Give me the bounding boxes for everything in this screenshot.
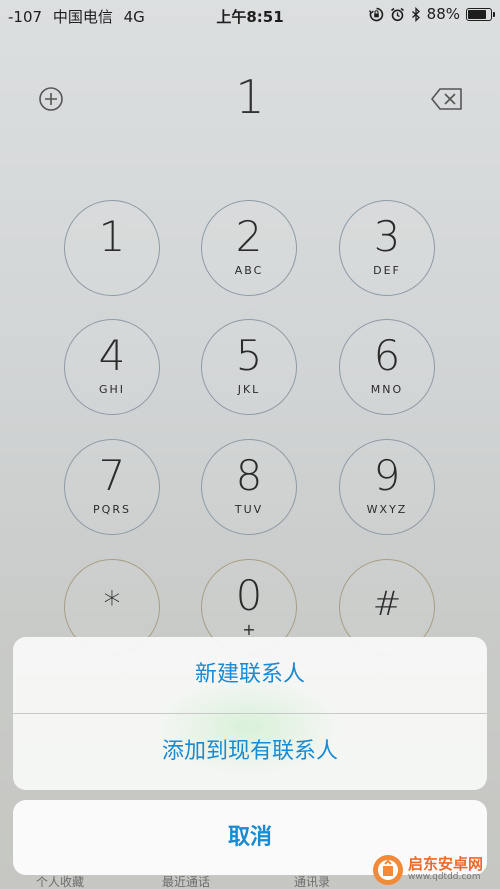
action-sheet: 新建联系人 添加到现有联系人 xyxy=(13,637,487,790)
keypad-key-9[interactable]: 9 WXYZ xyxy=(339,439,435,535)
keypad-key-6[interactable]: 6 MNO xyxy=(339,319,435,415)
key-letters: MNO xyxy=(370,383,404,396)
phone-dialer-screen: -107 中国电信 4G 上午8:51 88% 1 1 2 ABC 3 DEF … xyxy=(0,0,500,889)
watermark-logo-icon xyxy=(373,855,403,885)
tab-contacts[interactable]: 通讯录 xyxy=(294,873,330,890)
backspace-icon[interactable] xyxy=(430,87,464,111)
tab-favorites[interactable]: 个人收藏 xyxy=(36,873,84,890)
key-letters: GHI xyxy=(98,383,126,396)
status-bar: -107 中国电信 4G 上午8:51 88% xyxy=(0,0,500,30)
key-letters: PQRS xyxy=(93,503,131,516)
key-letters: ABC xyxy=(234,264,264,277)
bluetooth-icon xyxy=(411,6,420,22)
alarm-icon xyxy=(390,7,404,21)
key-letters: DEF xyxy=(373,264,401,277)
dialed-number: 1 xyxy=(235,70,265,124)
key-digit: 5 xyxy=(235,331,263,380)
watermark-url: www.qdtdd.com xyxy=(408,872,481,882)
keypad-key-3[interactable]: 3 DEF xyxy=(339,200,435,296)
key-digit: * xyxy=(103,584,121,624)
key-letters: WXYZ xyxy=(366,503,408,516)
key-digit: 3 xyxy=(373,212,401,261)
keypad-key-8[interactable]: 8 TUV xyxy=(201,439,297,535)
key-letters: JKL xyxy=(237,383,261,396)
watermark-title: 启东安卓网 xyxy=(408,855,484,873)
key-digit: # xyxy=(372,584,402,624)
keypad-key-7[interactable]: 7 PQRS xyxy=(64,439,160,535)
add-to-existing-contact-button[interactable]: 添加到现有联系人 xyxy=(13,714,487,790)
watermark: 启东安卓网 www.qdtdd.com xyxy=(370,852,498,888)
battery-level xyxy=(468,9,486,19)
key-digit: 2 xyxy=(235,212,263,261)
key-digit: 1 xyxy=(98,212,126,261)
key-digit: 4 xyxy=(98,331,126,380)
tab-recents[interactable]: 最近通话 xyxy=(162,873,210,890)
status-right: 88% xyxy=(368,5,495,23)
keypad-key-2[interactable]: 2 ABC xyxy=(201,200,297,296)
battery-icon xyxy=(466,7,495,21)
keypad-key-5[interactable]: 5 JKL xyxy=(201,319,297,415)
key-digit: 6 xyxy=(373,331,401,380)
key-digit: 0 xyxy=(235,571,263,620)
rotation-lock-icon xyxy=(368,7,383,21)
key-letters: TUV xyxy=(234,503,264,516)
plus-circle-icon[interactable] xyxy=(38,86,64,112)
keypad-key-4[interactable]: 4 GHI xyxy=(64,319,160,415)
keypad-key-1[interactable]: 1 xyxy=(64,200,160,296)
battery-percentage: 88% xyxy=(426,5,460,23)
new-contact-button[interactable]: 新建联系人 xyxy=(13,637,487,713)
key-digit: 9 xyxy=(373,451,401,500)
key-digit: 7 xyxy=(98,451,126,500)
key-digit: 8 xyxy=(235,451,263,500)
